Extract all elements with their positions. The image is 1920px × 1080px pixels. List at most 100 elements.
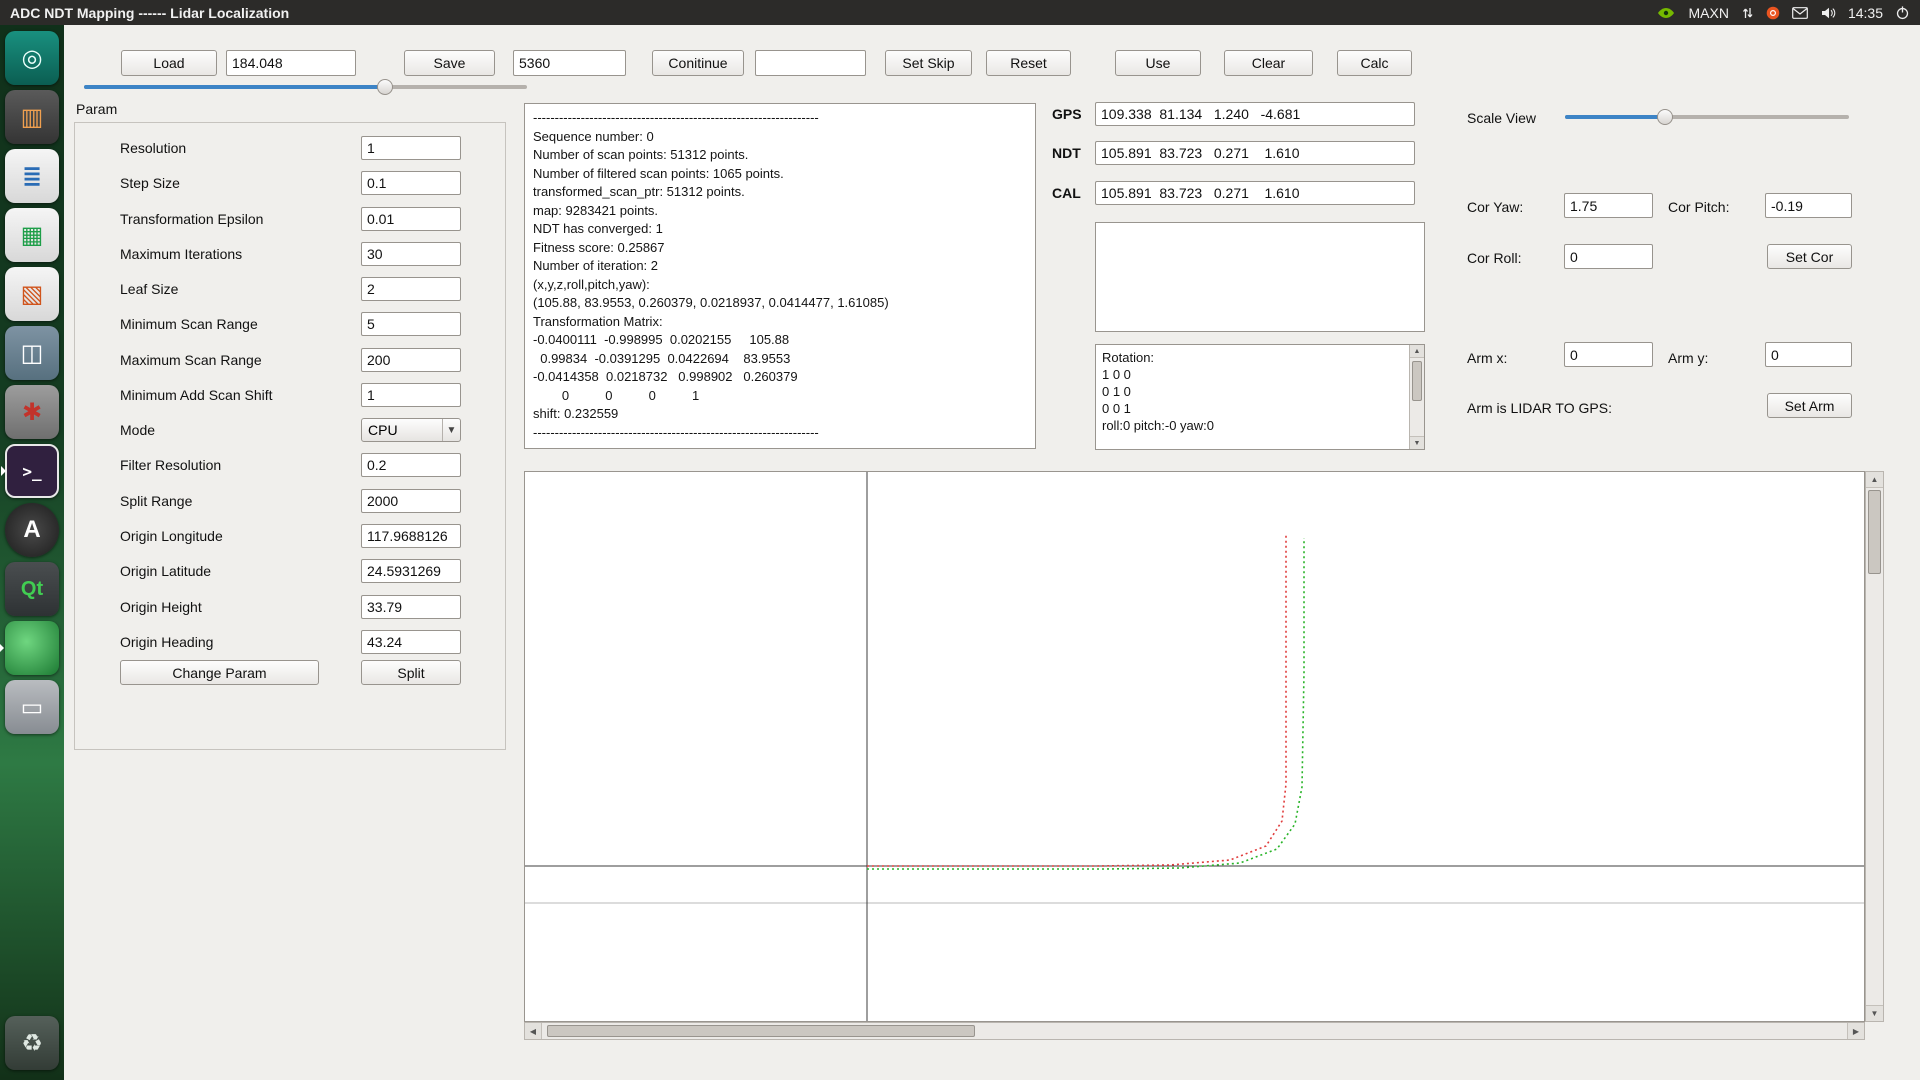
set-cor-button[interactable]: Set Cor	[1767, 244, 1852, 269]
scale-view-label: Scale View	[1467, 110, 1536, 126]
cor-pitch-label: Cor Pitch:	[1668, 199, 1729, 215]
dock-icon-tweaks[interactable]: ✱	[5, 385, 59, 439]
disks-icon: ▭	[21, 693, 44, 722]
param-label-leaf-size: Leaf Size	[120, 281, 178, 297]
mode-selected-value: CPU	[362, 419, 442, 441]
scroll-right-icon[interactable]: ▶	[1847, 1023, 1864, 1039]
param-input-step-size[interactable]	[361, 171, 461, 195]
cal-pose-field[interactable]	[1095, 181, 1415, 205]
terminal-icon: >_	[22, 462, 41, 481]
slider-fill	[84, 85, 385, 89]
clock[interactable]: 14:35	[1848, 5, 1883, 21]
save-button[interactable]: Save	[404, 50, 495, 76]
arm-x-input[interactable]	[1564, 342, 1653, 367]
trajectory-plot[interactable]	[524, 471, 1865, 1022]
param-input-leaf-size[interactable]	[361, 277, 461, 301]
param-input-origin-longitude[interactable]	[361, 524, 461, 548]
reset-button[interactable]: Reset	[986, 50, 1071, 76]
param-input-origin-height[interactable]	[361, 595, 461, 619]
clear-button[interactable]: Clear	[1224, 50, 1313, 76]
scroll-down-icon[interactable]: ▼	[1866, 1005, 1883, 1021]
gps-label: GPS	[1052, 106, 1082, 122]
plot-vertical-scrollbar[interactable]: ▲ ▼	[1865, 471, 1884, 1022]
dock-icon-qt-creator[interactable]: Qt	[5, 562, 59, 616]
slider-handle[interactable]	[377, 79, 393, 95]
plot-horizontal-scrollbar[interactable]: ◀ ▶	[524, 1022, 1865, 1040]
slider-handle[interactable]	[1657, 109, 1673, 125]
param-input-split-range[interactable]	[361, 489, 461, 513]
scroll-up-icon[interactable]: ▲	[1866, 472, 1883, 488]
dock-icon-ndt-app[interactable]	[5, 621, 59, 675]
cor-yaw-input[interactable]	[1564, 193, 1653, 218]
load-frame-input[interactable]	[226, 50, 356, 76]
rotation-text: Rotation: 1 0 0 0 1 0 0 0 1 roll:0 pitch…	[1102, 349, 1406, 434]
arm-x-label: Arm x:	[1467, 350, 1507, 366]
volume-icon[interactable]	[1820, 6, 1836, 20]
save-frame-input[interactable]	[513, 50, 626, 76]
scroll-up-icon[interactable]: ▲	[1410, 345, 1424, 358]
dock-icon-files[interactable]: ▥	[5, 90, 59, 144]
frame-position-slider[interactable]	[84, 79, 527, 95]
cor-roll-input[interactable]	[1564, 244, 1653, 269]
dock-icon-archive[interactable]: A	[5, 503, 59, 557]
dock-icon-disks[interactable]: ▭	[5, 680, 59, 734]
scroll-down-icon[interactable]: ▼	[1410, 436, 1424, 449]
scroll-thumb[interactable]	[1412, 361, 1422, 401]
split-button[interactable]: Split	[361, 660, 461, 685]
writer-icon: ≣	[22, 162, 42, 191]
mode-combobox[interactable]: CPU▼	[361, 418, 461, 442]
param-input-minimum-add-scan-shift[interactable]	[361, 383, 461, 407]
nvidia-icon[interactable]	[1655, 6, 1677, 20]
set-skip-button[interactable]: Set Skip	[885, 50, 972, 76]
dock-icon-trash[interactable]: ♻	[5, 1016, 59, 1070]
scroll-thumb[interactable]	[547, 1025, 975, 1037]
rotation-info-box[interactable]: Rotation: 1 0 0 0 1 0 0 0 1 roll:0 pitch…	[1095, 344, 1425, 450]
dock-icon-boxes[interactable]: ◫	[5, 326, 59, 380]
param-label-origin-height: Origin Height	[120, 599, 202, 615]
dock-icon-control-center[interactable]: ◎	[5, 31, 59, 85]
scale-view-slider[interactable]	[1565, 109, 1849, 125]
change-param-button[interactable]: Change Param	[120, 660, 319, 685]
system-tray: MAXN 14:35	[1655, 5, 1920, 21]
load-button[interactable]: Load	[121, 50, 217, 76]
dock-icon-terminal[interactable]: >_	[5, 444, 59, 498]
param-input-transformation-epsilon[interactable]	[361, 207, 461, 231]
param-input-origin-heading[interactable]	[361, 630, 461, 654]
param-input-resolution[interactable]	[361, 136, 461, 160]
network-arrows-icon[interactable]	[1741, 6, 1754, 20]
rotation-scrollbar[interactable]: ▲ ▼	[1409, 345, 1424, 449]
tweaks-icon: ✱	[22, 398, 42, 427]
cor-pitch-input[interactable]	[1765, 193, 1852, 218]
notification-badge-icon[interactable]	[1766, 6, 1780, 20]
use-button[interactable]: Use	[1115, 50, 1201, 76]
param-input-maximum-scan-range[interactable]	[361, 348, 461, 372]
param-label-origin-longitude: Origin Longitude	[120, 528, 223, 544]
scroll-thumb[interactable]	[1868, 490, 1881, 574]
param-label-maximum-iterations: Maximum Iterations	[120, 246, 242, 262]
dock-icon-calc[interactable]: ▦	[5, 208, 59, 262]
dock-icon-impress[interactable]: ▧	[5, 267, 59, 321]
continue-button[interactable]: Conitinue	[652, 50, 744, 76]
chevron-down-icon: ▼	[442, 419, 460, 441]
gps-pose-field[interactable]	[1095, 102, 1415, 126]
arm-y-input[interactable]	[1765, 342, 1852, 367]
ndt-pose-field[interactable]	[1095, 141, 1415, 165]
skip-input[interactable]	[755, 50, 866, 76]
ndt-trajectory	[867, 538, 1304, 869]
arm-y-label: Arm y:	[1668, 350, 1708, 366]
mail-icon[interactable]	[1792, 7, 1808, 19]
ndt-log-box[interactable]: ----------------------------------------…	[524, 103, 1036, 449]
gpu-mode-indicator[interactable]: MAXN	[1689, 5, 1729, 21]
scroll-left-icon[interactable]: ◀	[525, 1023, 542, 1039]
dock-icon-writer[interactable]: ≣	[5, 149, 59, 203]
control-center-icon: ◎	[22, 44, 43, 73]
preview-frame	[1095, 222, 1425, 332]
power-icon[interactable]	[1895, 5, 1910, 20]
param-label-minimum-scan-range: Minimum Scan Range	[120, 316, 258, 332]
param-input-filter-resolution[interactable]	[361, 453, 461, 477]
param-input-minimum-scan-range[interactable]	[361, 312, 461, 336]
calc-button[interactable]: Calc	[1337, 50, 1412, 76]
param-input-origin-latitude[interactable]	[361, 559, 461, 583]
set-arm-button[interactable]: Set Arm	[1767, 393, 1852, 418]
param-input-maximum-iterations[interactable]	[361, 242, 461, 266]
